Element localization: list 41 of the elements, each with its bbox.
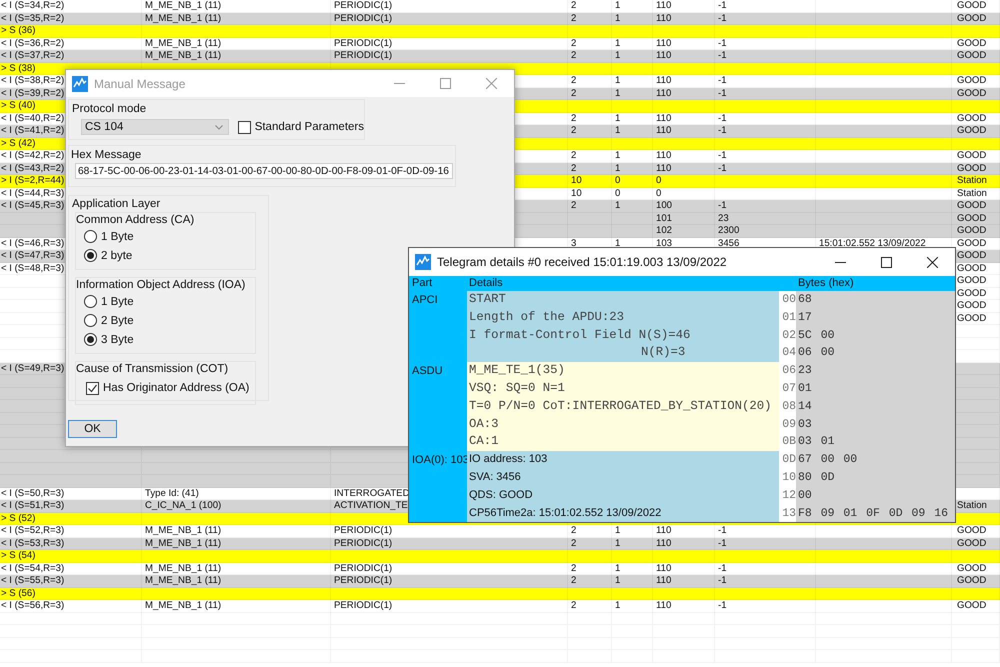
- bytes-cell: 06 00: [796, 344, 955, 362]
- bytes-cell: 68: [796, 291, 955, 309]
- details-cell: CA:1: [467, 433, 779, 452]
- part-cell: ASDU: [409, 362, 467, 452]
- details-cell: VSQ: SQ=0 N=1: [467, 380, 779, 398]
- details-cell: I format-Control Field N(S)=46: [467, 326, 779, 344]
- group-label: Hex Message: [71, 148, 142, 162]
- radio-label: 1 Byte: [101, 296, 134, 308]
- radio-label: 2 byte: [101, 250, 132, 262]
- details-cell: OA:3: [467, 416, 779, 434]
- details-cell: IO address: 103: [467, 451, 779, 469]
- bytes-cell: 03: [796, 416, 955, 434]
- details-cell: QDS: GOOD: [467, 486, 779, 505]
- column-header: Details: [468, 276, 504, 291]
- radio-label: 3 Byte: [101, 334, 134, 346]
- details-cell: M_ME_TE_1(35): [467, 362, 779, 380]
- checkbox-label: Standard Parameters: [254, 121, 364, 133]
- bytes-cell: 23: [796, 362, 955, 380]
- column-header: Bytes (hex): [797, 276, 854, 291]
- part-cell: APCI: [409, 291, 467, 362]
- bytes-cell: 00: [796, 486, 955, 505]
- radio-label: 2 Byte: [101, 314, 134, 326]
- bytes-cell: 17: [796, 308, 955, 327]
- details-cell: Length of the APDU:23: [467, 308, 779, 327]
- bytes-cell: 01: [796, 380, 955, 398]
- group-label: Common Address (CA): [76, 213, 196, 227]
- bytes-cell: 14: [796, 398, 955, 416]
- window-title: Telegram details #0 received 15:01:19.003 13/09/2022: [437, 255, 727, 269]
- checkbox-label: Has Originator Address (OA): [103, 382, 250, 394]
- group-label: Information Object Address (IOA): [76, 278, 246, 292]
- column-header: Part: [411, 276, 434, 291]
- bytes-cell: F8 09 01 0F 0D 09 16: [796, 504, 955, 522]
- details-cell: N(R)=3: [467, 344, 779, 362]
- details-cell: SVA: 3456: [467, 468, 779, 487]
- bytes-cell: 5C 00: [796, 326, 955, 344]
- details-cell: START: [467, 291, 779, 309]
- details-cell: CP56Time2a: 15:01:02.552 13/09/2022: [467, 504, 779, 522]
- bytes-cell: 03 01: [796, 433, 955, 452]
- bytes-cell: 67 00 00: [796, 451, 955, 469]
- bytes-cell: 80 0D: [796, 468, 955, 487]
- details-cell: T=0 P/N=0 CoT:INTERROGATED_BY_STATION(20): [467, 398, 779, 416]
